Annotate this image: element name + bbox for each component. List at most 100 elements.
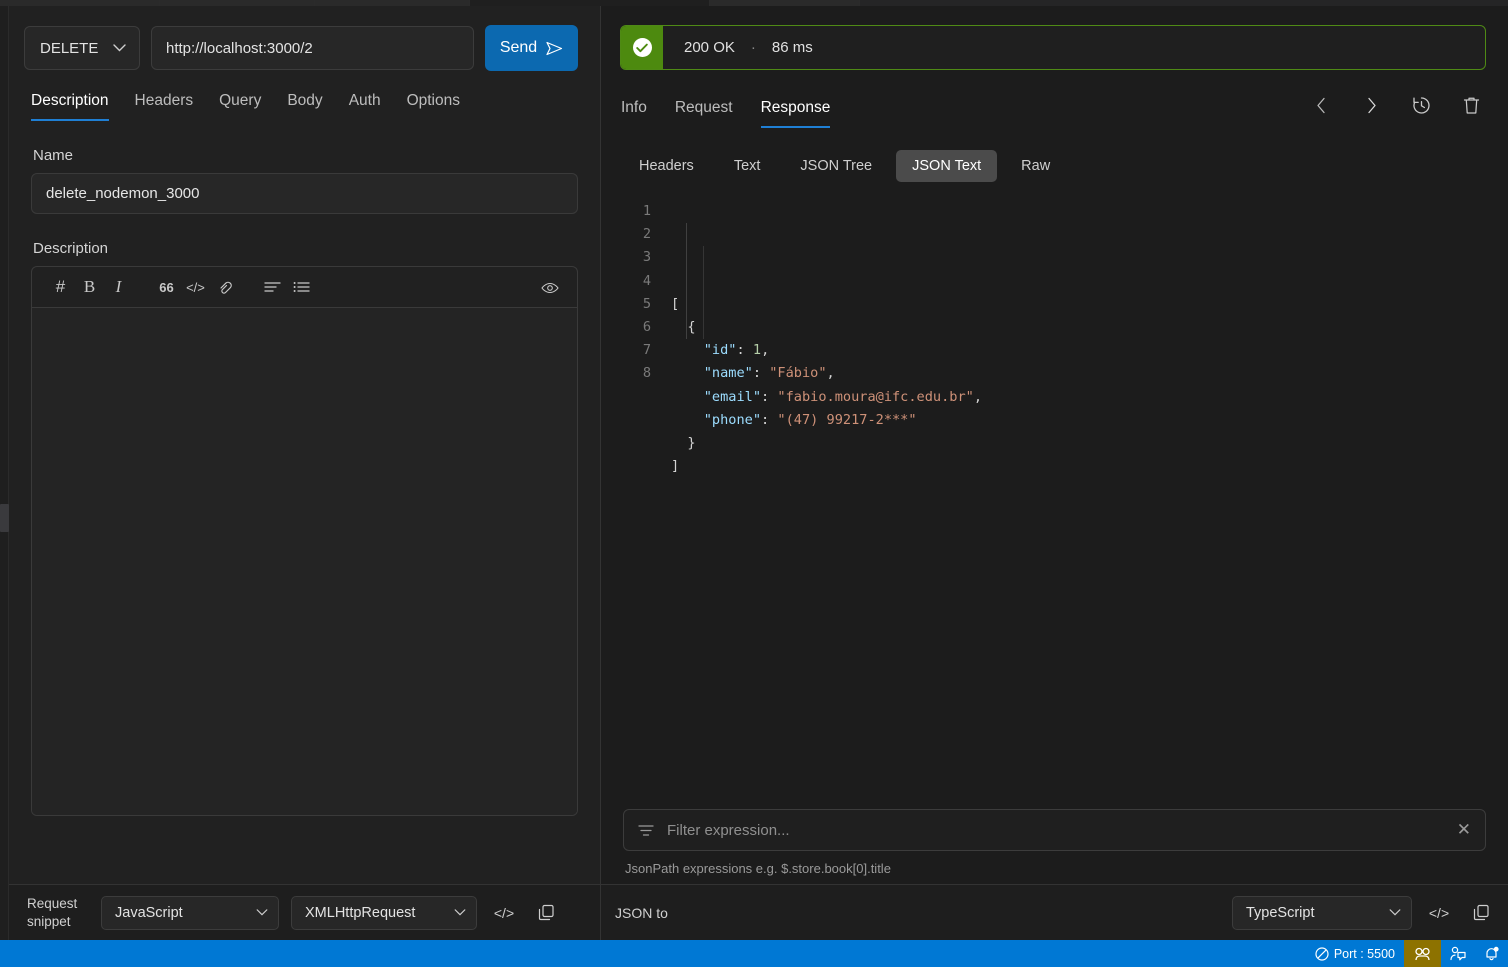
subtab-json-text[interactable]: JSON Text xyxy=(896,150,998,182)
json-to-copy-icon[interactable] xyxy=(1466,898,1496,928)
filter-section: Filter expression... ✕ JsonPath expressi… xyxy=(601,809,1508,884)
http-method-select[interactable]: DELETE xyxy=(24,26,140,70)
live-share-icon[interactable] xyxy=(1404,940,1441,967)
snippet-client-select[interactable]: XMLHttpRequest xyxy=(291,895,477,930)
send-button[interactable]: Send xyxy=(485,25,578,71)
unordered-list-icon[interactable] xyxy=(258,273,287,302)
url-input[interactable]: http://localhost:3000/2 xyxy=(151,26,474,70)
code-token-punc: : xyxy=(752,365,770,382)
prev-response-icon[interactable] xyxy=(1306,90,1336,120)
line-number: 4 xyxy=(642,272,651,289)
tab-response[interactable]: Response xyxy=(760,99,831,128)
tab-info[interactable]: Info xyxy=(621,99,647,128)
code-token-punc xyxy=(671,389,704,405)
ordered-list-icon[interactable] xyxy=(287,273,316,302)
subtab-json-tree[interactable]: JSON Tree xyxy=(784,150,888,182)
code-token-punc xyxy=(671,342,704,358)
response-tabs-row: Info Request Response xyxy=(601,70,1508,128)
link-icon[interactable] xyxy=(210,273,239,302)
code-token-punc: , xyxy=(761,342,770,359)
code-token-str: "Fábio" xyxy=(769,365,827,382)
json-to-target-value: TypeScript xyxy=(1246,904,1315,921)
json-to-bar: JSON to TypeScript </> xyxy=(601,884,1508,940)
http-method-value: DELETE xyxy=(40,39,99,57)
request-bar: DELETE http://localhost:3000/2 Send xyxy=(9,6,600,71)
tab-body[interactable]: Body xyxy=(287,92,322,121)
send-label: Send xyxy=(499,39,538,56)
snippet-code-icon[interactable]: </> xyxy=(489,898,519,928)
tab-request[interactable]: Request xyxy=(675,99,733,128)
chevron-down-icon xyxy=(454,909,466,916)
subtab-headers[interactable]: Headers xyxy=(623,150,710,182)
feedback-icon[interactable] xyxy=(1441,940,1475,967)
line-number: 1 xyxy=(642,203,651,219)
indent-guide xyxy=(686,223,687,339)
line-number: 5 xyxy=(642,295,651,312)
status-ok-chip xyxy=(621,26,663,69)
subtab-raw[interactable]: Raw xyxy=(1005,150,1066,182)
code-line: "phone": "(47) 99217-2***" xyxy=(671,409,982,432)
name-input[interactable]: delete_nodemon_3000 xyxy=(31,173,578,214)
filter-hint: JsonPath expressions e.g. $.store.book[0… xyxy=(625,861,891,876)
check-circle-icon xyxy=(632,38,652,57)
tab-options[interactable]: Options xyxy=(407,92,460,121)
response-status-wrap: 200 OK · 86 ms xyxy=(601,6,1508,70)
request-snippet-bar: Request snippet JavaScript XMLHttpReques… xyxy=(9,884,600,940)
main-body: DELETE http://localhost:3000/2 Send Desc… xyxy=(0,6,1508,940)
next-response-icon[interactable] xyxy=(1356,90,1386,120)
response-subtabs: Headers Text JSON Tree JSON Text Raw xyxy=(601,128,1508,182)
request-snippet-label: Request snippet xyxy=(27,895,89,930)
status-separator: · xyxy=(750,39,756,56)
left-rail-scrollbar[interactable] xyxy=(0,6,9,940)
tab-description[interactable]: Description xyxy=(31,92,109,121)
code-line: "name": "Fábio", xyxy=(671,362,982,385)
json-to-target-select[interactable]: TypeScript xyxy=(1232,895,1412,930)
request-tabs: Description Headers Query Body Auth Opti… xyxy=(9,71,600,121)
heading-icon[interactable]: # xyxy=(46,273,75,302)
notifications-bell-icon[interactable] xyxy=(1475,940,1508,967)
vscode-status-bar: Port : 5500 xyxy=(0,940,1508,967)
app-root: DELETE http://localhost:3000/2 Send Desc… xyxy=(0,0,1508,967)
clear-filter-icon[interactable]: ✕ xyxy=(1457,820,1471,840)
chevron-down-icon xyxy=(113,44,126,52)
code-token-key: "name" xyxy=(703,365,753,382)
filter-expression-input[interactable]: Filter expression... ✕ xyxy=(623,809,1486,851)
quote-icon[interactable]: 66 xyxy=(152,273,181,302)
code-icon[interactable]: </> xyxy=(181,273,210,302)
code-token-punc: { xyxy=(671,319,696,336)
json-to-code-icon[interactable]: </> xyxy=(1424,898,1454,928)
preview-eye-icon[interactable] xyxy=(535,273,564,302)
snippet-language-select[interactable]: JavaScript xyxy=(101,895,279,930)
history-icon[interactable] xyxy=(1406,90,1436,120)
description-textarea[interactable] xyxy=(32,308,577,815)
indent-guide xyxy=(703,246,704,339)
line-number: 2 xyxy=(642,226,651,243)
code-token-punc: [ xyxy=(671,295,680,312)
code-token-key: "phone" xyxy=(703,411,762,428)
bold-icon[interactable]: B xyxy=(75,273,104,302)
name-value: delete_nodemon_3000 xyxy=(46,185,200,202)
code-token-str: "fabio.moura@ifc.edu.br" xyxy=(777,388,974,405)
snippet-copy-icon[interactable] xyxy=(531,898,561,928)
tab-auth[interactable]: Auth xyxy=(349,92,381,121)
code-token-num: 1 xyxy=(752,342,762,359)
code-token-key: "email" xyxy=(703,388,762,405)
scrollbar-thumb[interactable] xyxy=(0,504,9,532)
code-line: { xyxy=(671,316,982,339)
url-value: http://localhost:3000/2 xyxy=(166,39,313,57)
code-token-punc: } xyxy=(671,435,696,452)
code-line: "id": 1, xyxy=(671,339,982,362)
description-label: Description xyxy=(33,240,109,257)
italic-icon[interactable]: I xyxy=(104,273,133,302)
delete-response-icon[interactable] xyxy=(1456,90,1486,120)
code-area: 1 2 3 4 5 6 7 8 [ { "id": 1, "name": "Fábio", "… xyxy=(623,200,1508,809)
code-line: ] xyxy=(671,455,982,478)
name-label: Name xyxy=(33,147,74,164)
port-status[interactable]: Port : 5500 xyxy=(1306,940,1404,967)
request-panel: DELETE http://localhost:3000/2 Send Desc… xyxy=(9,6,601,940)
json-text-viewer[interactable]: 1 2 3 4 5 6 7 8 [ { "id": 1, "name": "Fábio", "… xyxy=(601,182,1508,809)
tab-query[interactable]: Query xyxy=(219,92,261,121)
subtab-text[interactable]: Text xyxy=(718,150,777,182)
tab-headers[interactable]: Headers xyxy=(135,92,194,121)
code-content: [ { "id": 1, "name": "Fábio", "email": "… xyxy=(651,200,982,809)
